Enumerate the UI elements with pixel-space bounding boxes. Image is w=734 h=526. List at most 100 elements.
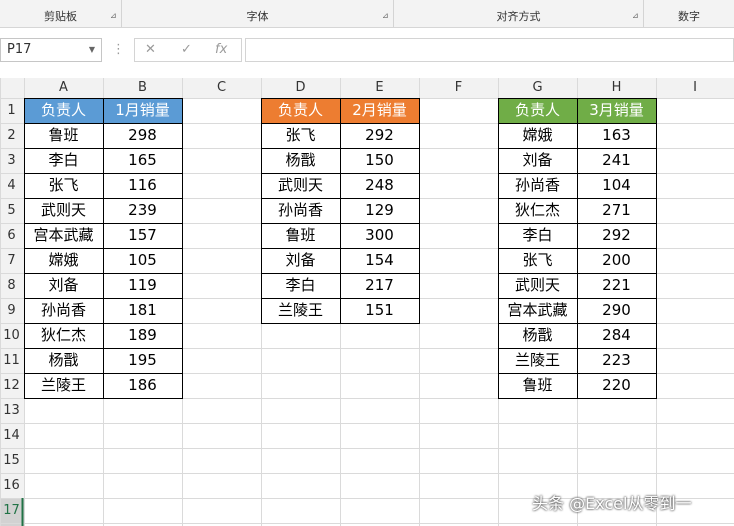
owner-cell[interactable]: 宫本武藏 — [24, 223, 103, 248]
ribbon-group-clipboard[interactable]: 剪贴板 ⊿ — [0, 0, 122, 27]
row-header-8[interactable]: 8 — [0, 273, 23, 298]
owner-cell[interactable]: 杨戬 — [24, 348, 103, 373]
dialog-launcher-icon[interactable]: ⊿ — [632, 12, 640, 20]
sales-cell[interactable]: 248 — [340, 173, 419, 198]
sales-cell[interactable]: 220 — [577, 373, 656, 398]
row-header-14[interactable]: 14 — [0, 423, 23, 448]
dialog-launcher-icon[interactable]: ⊿ — [110, 12, 118, 20]
column-header-F[interactable]: F — [419, 78, 498, 98]
owner-cell[interactable]: 嫦娥 — [498, 123, 577, 148]
row-header-7[interactable]: 7 — [0, 248, 23, 273]
sales-cell[interactable]: 151 — [340, 298, 419, 323]
table1-header-cell[interactable]: 负责人 — [24, 98, 103, 123]
sales-cell[interactable]: 154 — [340, 248, 419, 273]
formula-input[interactable] — [245, 38, 734, 62]
row-header-6[interactable]: 6 — [0, 223, 23, 248]
sales-cell[interactable]: 163 — [577, 123, 656, 148]
sales-cell[interactable]: 181 — [103, 298, 182, 323]
owner-cell[interactable]: 兰陵王 — [261, 298, 340, 323]
row-header-5[interactable]: 5 — [0, 198, 23, 223]
sales-cell[interactable]: 165 — [103, 148, 182, 173]
column-header-I[interactable]: I — [656, 78, 734, 98]
row-header-3[interactable]: 3 — [0, 148, 23, 173]
sales-cell[interactable]: 189 — [103, 323, 182, 348]
sales-cell[interactable]: 116 — [103, 173, 182, 198]
sales-cell[interactable]: 290 — [577, 298, 656, 323]
sales-cell[interactable]: 157 — [103, 223, 182, 248]
table3-header-cell[interactable]: 负责人 — [498, 98, 577, 123]
owner-cell[interactable]: 刘备 — [24, 273, 103, 298]
owner-cell[interactable]: 孙尚香 — [498, 173, 577, 198]
owner-cell[interactable]: 宫本武藏 — [498, 298, 577, 323]
owner-cell[interactable]: 兰陵王 — [24, 373, 103, 398]
sales-cell[interactable]: 129 — [340, 198, 419, 223]
owner-cell[interactable]: 张飞 — [261, 123, 340, 148]
row-header-16[interactable]: 16 — [0, 473, 23, 498]
owner-cell[interactable]: 张飞 — [24, 173, 103, 198]
owner-cell[interactable]: 武则天 — [261, 173, 340, 198]
owner-cell[interactable]: 鲁班 — [498, 373, 577, 398]
ribbon-group-font[interactable]: 字体 ⊿ — [122, 0, 394, 27]
sales-cell[interactable]: 241 — [577, 148, 656, 173]
sales-cell[interactable]: 221 — [577, 273, 656, 298]
row-header-9[interactable]: 9 — [0, 298, 23, 323]
table1-header-cell[interactable]: 1月销量 — [103, 98, 182, 123]
owner-cell[interactable]: 武则天 — [498, 273, 577, 298]
owner-cell[interactable]: 兰陵王 — [498, 348, 577, 373]
owner-cell[interactable]: 李白 — [24, 148, 103, 173]
column-header-C[interactable]: C — [182, 78, 261, 98]
owner-cell[interactable]: 刘备 — [261, 248, 340, 273]
column-header-E[interactable]: E — [340, 78, 419, 98]
owner-cell[interactable]: 狄仁杰 — [24, 323, 103, 348]
sales-cell[interactable]: 292 — [577, 223, 656, 248]
sales-cell[interactable]: 186 — [103, 373, 182, 398]
owner-cell[interactable]: 杨戬 — [261, 148, 340, 173]
sales-cell[interactable]: 223 — [577, 348, 656, 373]
sales-cell[interactable]: 271 — [577, 198, 656, 223]
column-header-H[interactable]: H — [577, 78, 656, 98]
sales-cell[interactable]: 284 — [577, 323, 656, 348]
name-box[interactable]: P17 ▼ — [0, 38, 102, 62]
column-header-D[interactable]: D — [261, 78, 340, 98]
owner-cell[interactable]: 鲁班 — [24, 123, 103, 148]
table2-header-cell[interactable]: 2月销量 — [340, 98, 419, 123]
owner-cell[interactable]: 杨戬 — [498, 323, 577, 348]
row-header-11[interactable]: 11 — [0, 348, 23, 373]
row-header-17[interactable]: 17 — [0, 498, 23, 523]
column-header-B[interactable]: B — [103, 78, 182, 98]
dialog-launcher-icon[interactable]: ⊿ — [382, 12, 390, 20]
sales-cell[interactable]: 119 — [103, 273, 182, 298]
sales-cell[interactable]: 239 — [103, 198, 182, 223]
sales-cell[interactable]: 105 — [103, 248, 182, 273]
owner-cell[interactable]: 张飞 — [498, 248, 577, 273]
owner-cell[interactable]: 鲁班 — [261, 223, 340, 248]
column-header-A[interactable]: A — [24, 78, 103, 98]
sales-cell[interactable]: 217 — [340, 273, 419, 298]
sales-cell[interactable]: 195 — [103, 348, 182, 373]
more-options-icon[interactable]: ⋮ — [112, 42, 125, 57]
row-header-12[interactable]: 12 — [0, 373, 23, 398]
confirm-icon[interactable]: ✓ — [181, 42, 192, 57]
ribbon-group-number[interactable]: 数字 — [644, 0, 734, 27]
sales-cell[interactable]: 292 — [340, 123, 419, 148]
owner-cell[interactable]: 嫦娥 — [24, 248, 103, 273]
table3-header-cell[interactable]: 3月销量 — [577, 98, 656, 123]
sales-cell[interactable]: 200 — [577, 248, 656, 273]
row-header-1[interactable]: 1 — [0, 98, 23, 123]
owner-cell[interactable]: 李白 — [261, 273, 340, 298]
owner-cell[interactable]: 狄仁杰 — [498, 198, 577, 223]
table2-header-cell[interactable]: 负责人 — [261, 98, 340, 123]
row-header-15[interactable]: 15 — [0, 448, 23, 473]
sales-cell[interactable]: 300 — [340, 223, 419, 248]
owner-cell[interactable]: 李白 — [498, 223, 577, 248]
row-header-2[interactable]: 2 — [0, 123, 23, 148]
row-header-13[interactable]: 13 — [0, 398, 23, 423]
sales-cell[interactable]: 104 — [577, 173, 656, 198]
chevron-down-icon[interactable]: ▼ — [89, 39, 95, 61]
owner-cell[interactable]: 孙尚香 — [261, 198, 340, 223]
sales-cell[interactable]: 298 — [103, 123, 182, 148]
owner-cell[interactable]: 武则天 — [24, 198, 103, 223]
sales-cell[interactable]: 150 — [340, 148, 419, 173]
row-header-4[interactable]: 4 — [0, 173, 23, 198]
ribbon-group-alignment[interactable]: 对齐方式 ⊿ — [394, 0, 644, 27]
